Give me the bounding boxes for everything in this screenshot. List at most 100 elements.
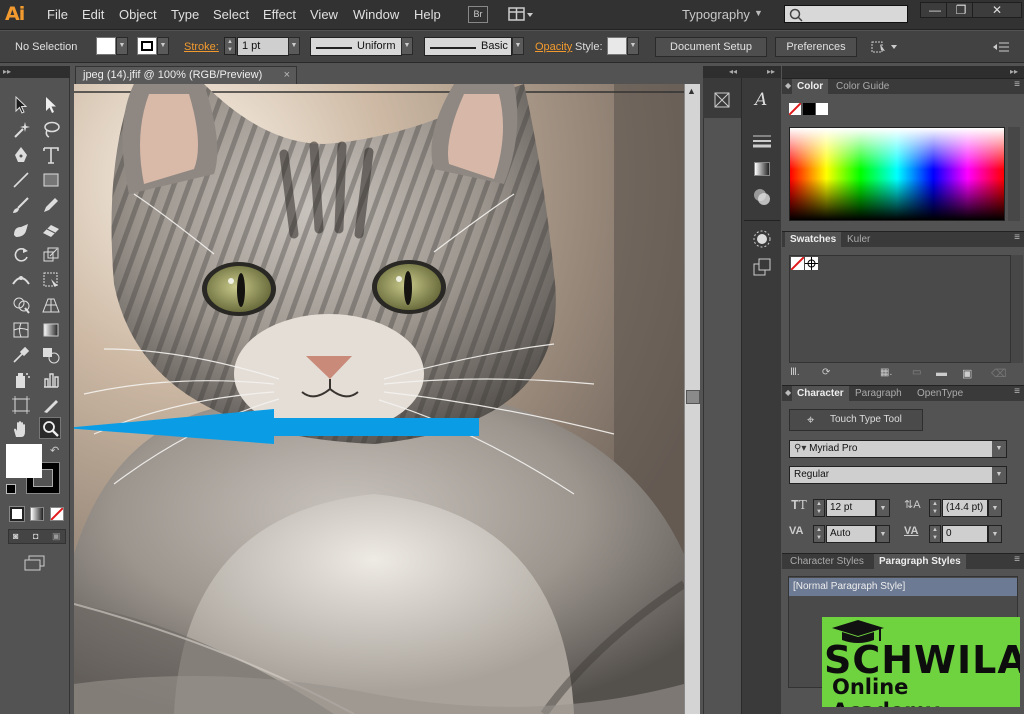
shape-builder-tool[interactable] — [10, 294, 32, 316]
rotate-tool[interactable] — [10, 244, 32, 266]
pencil-tool[interactable] — [40, 194, 62, 216]
draw-inside-icon[interactable]: ▣ — [52, 531, 61, 542]
new-swatch-icon[interactable]: ▣ — [962, 367, 972, 380]
color-panel-scroll[interactable] — [1008, 127, 1020, 221]
tab-color[interactable]: Color — [792, 79, 829, 95]
scroll-up-arrow-icon[interactable]: ▲ — [687, 86, 696, 96]
dock-collapse-header-2[interactable]: ▸▸ — [741, 66, 781, 78]
eyedropper-tool[interactable] — [10, 344, 32, 366]
stroke-weight-field[interactable]: 1 pt — [237, 37, 289, 56]
type-tool[interactable] — [40, 144, 62, 166]
variable-width-profile[interactable]: Uniform — [310, 37, 402, 56]
draw-normal-icon[interactable]: ◙ — [13, 531, 18, 541]
artboard-tool[interactable] — [10, 394, 32, 416]
delete-swatch-icon[interactable]: ⌫ — [991, 367, 1007, 380]
menu-file[interactable]: File — [47, 7, 68, 22]
new-folder-icon[interactable]: ▬ — [936, 367, 947, 379]
tab-paragraph-styles[interactable]: Paragraph Styles — [874, 554, 966, 570]
graphic-style-swatch[interactable] — [607, 37, 627, 55]
close-window-button[interactable]: ✕ — [972, 2, 1022, 18]
scrollbar-thumb[interactable] — [686, 390, 700, 404]
tab-color-guide[interactable]: Color Guide — [831, 79, 894, 95]
scale-tool[interactable] — [40, 244, 62, 266]
selection-tool[interactable] — [10, 94, 32, 116]
touch-type-tool-button[interactable]: ⌖ Touch Type Tool — [789, 409, 923, 431]
font-size-dropdown[interactable]: ▼ — [876, 499, 890, 517]
blend-tool[interactable] — [40, 344, 62, 366]
leading-stepper[interactable]: ▲ ▼ — [929, 499, 941, 517]
vertical-scrollbar[interactable]: ▲ — [684, 84, 700, 714]
color-panel-menu-icon[interactable]: ≡ — [1014, 79, 1020, 90]
none-mode-button[interactable] — [50, 507, 64, 521]
menu-view[interactable]: View — [310, 7, 338, 22]
font-size-field[interactable]: 12 pt — [826, 499, 876, 517]
tab-opentype[interactable]: OpenType — [912, 386, 968, 402]
fill-swatch[interactable] — [96, 37, 116, 55]
bridge-button[interactable]: Br — [468, 6, 488, 23]
stroke-label[interactable]: Stroke: — [184, 41, 219, 53]
font-style-dropdown[interactable]: Regular ▼ — [789, 466, 1007, 484]
stroke-swatch[interactable] — [137, 37, 157, 55]
chevron-down-icon[interactable]: ▼ — [754, 8, 763, 18]
swatches-scrollbar[interactable] — [1011, 255, 1023, 363]
swatches-panel-menu-icon[interactable]: ≡ — [1014, 232, 1020, 243]
width-tool[interactable] — [10, 269, 32, 291]
layers-icon[interactable] — [753, 258, 771, 276]
control-bar-menu-button[interactable] — [992, 40, 1010, 54]
stroke-panel-icon[interactable] — [753, 134, 771, 148]
tracking-stepper[interactable]: ▲ ▼ — [929, 525, 941, 543]
swatch-registration[interactable] — [805, 257, 818, 270]
magic-wand-tool[interactable] — [10, 119, 32, 141]
gradient-tool[interactable] — [40, 319, 62, 341]
tab-kuler[interactable]: Kuler — [842, 232, 875, 248]
paintbrush-tool[interactable] — [10, 194, 32, 216]
kerning-dropdown[interactable]: ▼ — [876, 525, 890, 543]
font-size-stepper[interactable]: ▲ ▼ — [813, 499, 825, 517]
appearance-icon[interactable] — [753, 230, 771, 248]
right-dock-collapse-header[interactable]: ▸▸ — [782, 66, 1024, 78]
rectangle-tool[interactable] — [40, 169, 62, 191]
panel-toggle-icon[interactable]: ◆ — [785, 81, 791, 90]
workspace-switcher[interactable]: Typography — [682, 7, 750, 22]
graphic-style-dropdown[interactable]: ▼ — [627, 37, 639, 55]
kerning-stepper[interactable]: ▲ ▼ — [813, 525, 825, 543]
gradient-mode-button[interactable] — [30, 507, 44, 521]
color-white-swatch[interactable] — [816, 103, 828, 115]
tab-paragraph[interactable]: Paragraph — [850, 386, 907, 402]
direct-selection-tool[interactable] — [40, 94, 62, 116]
menu-object[interactable]: Object — [119, 7, 157, 22]
stroke-dropdown[interactable]: ▼ — [157, 37, 169, 55]
perspective-grid-tool[interactable] — [40, 294, 62, 316]
mesh-tool[interactable] — [10, 319, 32, 341]
font-family-dropdown[interactable]: ⚲▾ Myriad Pro ▼ — [789, 440, 1007, 458]
stroke-weight-stepper[interactable]: ▲ ▼ — [224, 37, 236, 55]
list-item[interactable]: [Normal Paragraph Style] — [789, 578, 1017, 596]
swap-fill-stroke-icon[interactable]: ↶ — [50, 444, 59, 457]
color-spectrum[interactable] — [789, 127, 1005, 221]
brush-dropdown[interactable]: ▼ — [512, 37, 524, 55]
opacity-label[interactable]: Opacity — [535, 41, 572, 53]
change-screen-mode-button[interactable] — [24, 555, 46, 571]
artboard-canvas[interactable] — [74, 84, 684, 714]
zoom-tool[interactable] — [39, 417, 61, 439]
blob-brush-tool[interactable] — [10, 219, 32, 241]
default-fill-stroke-icon[interactable] — [6, 484, 16, 494]
gradient-panel-icon[interactable] — [754, 162, 770, 176]
pen-tool[interactable] — [10, 144, 32, 166]
draw-behind-icon[interactable]: ◘ — [33, 531, 38, 541]
tab-character[interactable]: Character — [792, 386, 849, 402]
character-panel-menu-icon[interactable]: ≡ — [1014, 386, 1020, 397]
line-segment-tool[interactable] — [10, 169, 32, 191]
leading-dropdown[interactable]: ▼ — [988, 499, 1002, 517]
new-color-group-disabled-icon[interactable]: ▭ — [912, 367, 921, 378]
close-document-icon[interactable]: × — [284, 67, 290, 84]
styles-panel-menu-icon[interactable]: ≡ — [1014, 554, 1020, 565]
tracking-field[interactable]: 0 — [942, 525, 988, 543]
navigator-icon[interactable] — [714, 92, 730, 108]
menu-help[interactable]: Help — [414, 7, 441, 22]
color-black-swatch[interactable] — [803, 103, 815, 115]
free-transform-tool[interactable] — [40, 269, 62, 291]
toolbar-collapse-header[interactable]: ▸▸ — [0, 66, 70, 78]
menu-effect[interactable]: Effect — [263, 7, 296, 22]
transparency-icon[interactable] — [753, 188, 771, 206]
